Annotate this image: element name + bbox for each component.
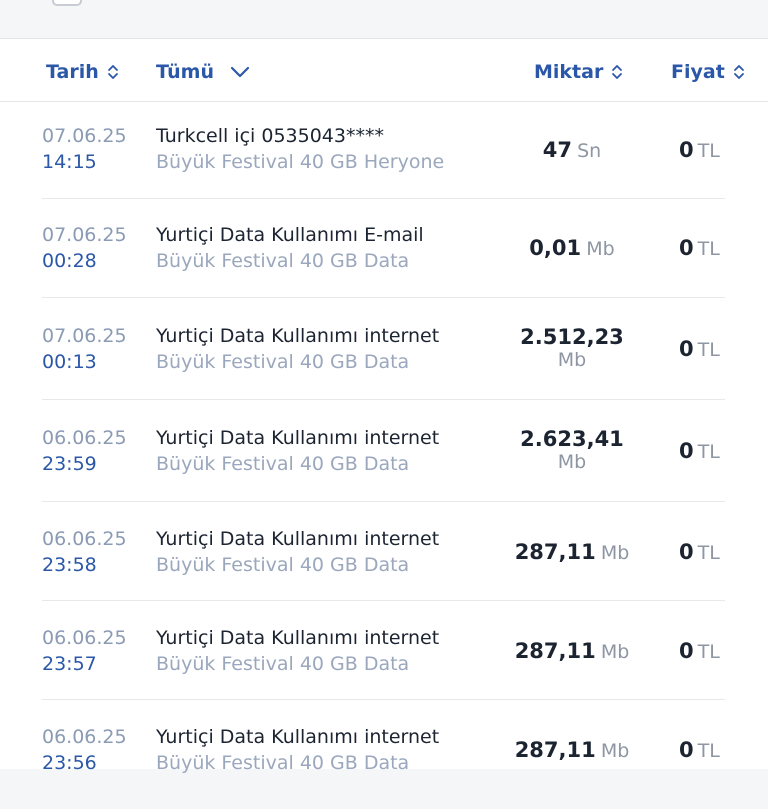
amount-unit: Mb xyxy=(557,451,587,473)
table-header: Tarih Tümü Miktar Fiyat xyxy=(0,39,768,102)
amount-value: 2.512,23 xyxy=(520,325,624,349)
usage-panel: Tarih Tümü Miktar Fiyat 07.06.25 14:15 T… xyxy=(0,38,768,774)
row-amount: 287,11 Mb xyxy=(472,540,672,564)
price-unit: TL xyxy=(697,542,720,564)
price-value: 0 xyxy=(679,639,694,663)
sort-icon xyxy=(612,65,623,79)
row-price: 0 TL xyxy=(679,540,720,564)
sort-icon xyxy=(733,65,744,79)
row-date: 07.06.25 xyxy=(42,325,127,347)
top-strip xyxy=(0,0,768,38)
price-unit: TL xyxy=(697,339,720,361)
price-value: 0 xyxy=(679,439,694,463)
row-package: Büyük Festival 40 GB Data xyxy=(156,752,410,774)
sort-amount-button[interactable]: Miktar xyxy=(534,59,623,85)
row-time: 23:57 xyxy=(42,653,97,675)
price-unit: TL xyxy=(697,740,720,762)
row-package: Büyük Festival 40 GB Data xyxy=(156,250,410,272)
row-date: 06.06.25 xyxy=(42,528,127,550)
row-date: 06.06.25 xyxy=(42,627,127,649)
date-header-label: Tarih xyxy=(46,61,99,83)
row-price: 0 TL xyxy=(679,639,720,663)
row-title: Yurtiçi Data Kullanımı internet xyxy=(156,427,440,449)
row-amount: 2.623,41 Mb xyxy=(472,427,672,473)
filter-label: Tümü xyxy=(156,61,215,83)
usage-row[interactable]: 06.06.25 23:59 Yurtiçi Data Kullanımı in… xyxy=(42,399,725,502)
price-unit: TL xyxy=(697,140,720,162)
row-amount: 47 Sn xyxy=(472,138,672,162)
row-time: 23:58 xyxy=(42,554,97,576)
row-title: Yurtiçi Data Kullanımı internet xyxy=(156,627,440,649)
usage-row[interactable]: 07.06.25 00:28 Yurtiçi Data Kullanımı E-… xyxy=(42,198,725,298)
amount-value: 0,01 xyxy=(529,236,582,260)
row-date: 06.06.25 xyxy=(42,427,127,449)
price-header-label: Fiyat xyxy=(671,61,725,83)
price-unit: TL xyxy=(697,238,720,260)
row-time: 00:28 xyxy=(42,250,97,272)
sort-date-button[interactable]: Tarih xyxy=(46,59,119,85)
row-title: Yurtiçi Data Kullanımı internet xyxy=(156,726,440,748)
price-value: 0 xyxy=(679,540,694,564)
row-price: 0 TL xyxy=(679,138,720,162)
usage-row[interactable]: 06.06.25 23:58 Yurtiçi Data Kullanımı in… xyxy=(42,501,725,601)
row-date: 07.06.25 xyxy=(42,125,127,147)
amount-value: 287,11 xyxy=(514,639,596,663)
row-amount: 287,11 Mb xyxy=(472,639,672,663)
amount-value: 47 xyxy=(542,138,573,162)
row-time: 23:56 xyxy=(42,752,97,774)
usage-row[interactable]: 07.06.25 00:13 Yurtiçi Data Kullanımı in… xyxy=(42,297,725,400)
price-value: 0 xyxy=(679,337,694,361)
row-time: 23:59 xyxy=(42,453,97,475)
amount-value: 287,11 xyxy=(514,540,596,564)
amount-header-label: Miktar xyxy=(534,61,604,83)
row-title: Yurtiçi Data Kullanımı internet xyxy=(156,528,440,550)
row-title: Yurtiçi Data Kullanımı E-mail xyxy=(156,224,424,246)
price-unit: TL xyxy=(697,441,720,463)
sort-price-button[interactable]: Fiyat xyxy=(671,59,745,85)
row-price: 0 TL xyxy=(679,738,720,762)
amount-unit: Mb xyxy=(557,349,587,371)
top-control[interactable] xyxy=(52,0,82,6)
row-package: Büyük Festival 40 GB Data xyxy=(156,554,410,576)
price-value: 0 xyxy=(679,738,694,762)
row-package: Büyük Festival 40 GB Data xyxy=(156,453,410,475)
row-amount: 2.512,23 Mb xyxy=(472,325,672,371)
row-title: Yurtiçi Data Kullanımı internet xyxy=(156,325,440,347)
row-package: Büyük Festival 40 GB Data xyxy=(156,351,410,373)
row-time: 00:13 xyxy=(42,351,97,373)
row-title: Turkcell içi 0535043**** xyxy=(156,125,384,147)
row-price: 0 TL xyxy=(679,337,720,361)
row-amount: 287,11 Mb xyxy=(472,738,672,762)
sort-icon xyxy=(107,65,118,79)
amount-unit: Mb xyxy=(586,238,615,260)
amount-unit: Sn xyxy=(577,140,602,162)
row-date: 06.06.25 xyxy=(42,726,127,748)
row-package: Büyük Festival 40 GB Data xyxy=(156,653,410,675)
amount-value: 287,11 xyxy=(514,738,596,762)
usage-row[interactable]: 07.06.25 14:15 Turkcell içi 0535043**** … xyxy=(42,101,725,199)
chevron-down-icon xyxy=(230,66,250,78)
row-amount: 0,01 Mb xyxy=(472,236,672,260)
usage-row[interactable]: 06.06.25 23:56 Yurtiçi Data Kullanımı in… xyxy=(42,699,725,809)
usage-row[interactable]: 06.06.25 23:57 Yurtiçi Data Kullanımı in… xyxy=(42,600,725,700)
row-date: 07.06.25 xyxy=(42,224,127,246)
filter-all-dropdown[interactable]: Tümü xyxy=(156,59,258,85)
price-value: 0 xyxy=(679,236,694,260)
amount-value: 2.623,41 xyxy=(520,427,624,451)
row-price: 0 TL xyxy=(679,236,720,260)
amount-unit: Mb xyxy=(600,641,630,663)
row-package: Büyük Festival 40 GB Heryone xyxy=(156,151,445,173)
amount-unit: Mb xyxy=(600,740,630,762)
amount-unit: Mb xyxy=(600,542,630,564)
row-price: 0 TL xyxy=(679,439,720,463)
row-time: 14:15 xyxy=(42,151,97,173)
price-value: 0 xyxy=(679,138,694,162)
price-unit: TL xyxy=(697,641,720,663)
